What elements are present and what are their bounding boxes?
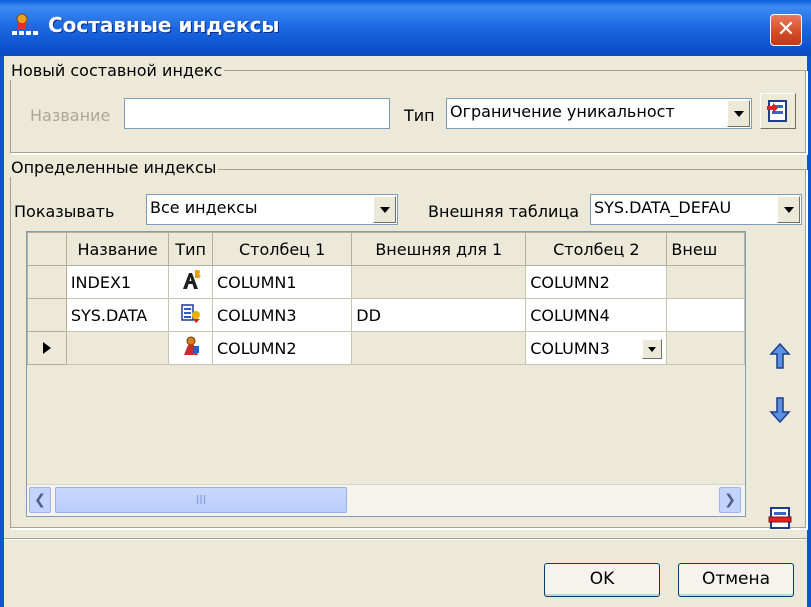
cell-column2-editor[interactable]: COLUMN3 (525, 331, 668, 365)
cell-external1[interactable]: DD (351, 298, 527, 332)
indexes-table: Название Тип Столбец 1 Внешняя для 1 Сто… (27, 232, 745, 365)
cell-external2[interactable] (666, 298, 745, 332)
show-label: Показывать (14, 202, 115, 221)
chevron-down-icon[interactable] (727, 100, 750, 127)
show-select[interactable]: Все индексы (146, 194, 398, 225)
cell-name[interactable] (65, 331, 170, 365)
cell-column1[interactable]: COLUMN1 (211, 265, 353, 299)
row-header-corner (27, 232, 67, 266)
chevron-down-icon[interactable] (777, 196, 800, 223)
scroll-thumb[interactable]: III (55, 487, 347, 513)
horizontal-scrollbar[interactable]: ❮ III ❯ (27, 484, 745, 516)
table-row-current[interactable]: COLUMN2 COLUMN3 (27, 331, 745, 365)
cell-column2[interactable]: COLUMN2 (525, 265, 668, 299)
move-down-button[interactable] (762, 392, 798, 428)
current-row-indicator[interactable] (27, 331, 67, 365)
ok-button[interactable]: OK (544, 563, 660, 597)
cell-column2-value: COLUMN3 (530, 339, 610, 358)
move-up-icon (769, 342, 791, 369)
column-header-type[interactable]: Тип (168, 232, 213, 266)
external-table-select-value: SYS.DATA_DEFAU (594, 198, 732, 217)
foreign-key-icon (180, 304, 200, 323)
scroll-left-button[interactable]: ❮ (29, 487, 51, 513)
chevron-down-icon[interactable] (373, 196, 396, 223)
window-title: Составные индексы (48, 13, 280, 37)
window-frame-right (807, 56, 811, 607)
cancel-button[interactable]: Отмена (678, 563, 794, 597)
unique-constraint-icon (182, 270, 201, 289)
cell-external2[interactable] (666, 265, 745, 299)
column-header-column1[interactable]: Столбец 1 (211, 232, 353, 266)
delete-index-icon (768, 507, 792, 529)
column-header-external2[interactable]: Внеш (666, 232, 745, 266)
add-index-icon (767, 100, 787, 122)
current-row-arrow-icon (42, 341, 51, 354)
title-bar[interactable]: Составные индексы ✕ (0, 0, 811, 56)
scroll-right-button[interactable]: ❯ (719, 487, 741, 513)
row-selector[interactable] (27, 265, 67, 299)
cell-external1[interactable] (351, 265, 527, 299)
cell-name[interactable]: INDEX1 (65, 265, 170, 299)
cell-external2[interactable] (666, 331, 745, 365)
index-icon (183, 336, 199, 355)
defined-indexes-group-label: Определенные индексы (9, 158, 219, 177)
chevron-down-icon[interactable] (642, 339, 663, 359)
cell-name[interactable]: SYS.DATA (65, 298, 170, 332)
row-selector[interactable] (27, 298, 67, 332)
cell-type[interactable] (168, 331, 213, 365)
close-button[interactable]: ✕ (770, 14, 802, 46)
type-label: Тип (404, 106, 435, 125)
button-separator (4, 538, 807, 540)
external-table-label: Внешняя таблица (428, 202, 580, 221)
move-up-button[interactable] (762, 338, 798, 374)
type-select[interactable]: Ограничение уникальност (446, 98, 752, 129)
cell-column2[interactable]: COLUMN4 (525, 298, 668, 332)
indexes-grid[interactable]: Название Тип Столбец 1 Внешняя для 1 Сто… (26, 231, 746, 517)
composite-index-app-icon (12, 13, 38, 35)
table-row[interactable]: INDEX1 COLUMN1 COLUMN2 (27, 265, 745, 299)
name-label: Название (30, 106, 111, 125)
external-table-select[interactable]: SYS.DATA_DEFAU (590, 194, 802, 225)
table-header-row: Название Тип Столбец 1 Внешняя для 1 Сто… (27, 232, 745, 266)
type-select-value: Ограничение уникальност (450, 102, 675, 121)
show-select-value: Все индексы (150, 198, 258, 217)
column-header-external1[interactable]: Внешняя для 1 (351, 232, 527, 266)
new-index-group-label: Новый составной индекс (9, 61, 225, 80)
table-row[interactable]: SYS.DATA COLUMN3 DD COLUMN4 (27, 298, 745, 332)
column-header-column2[interactable]: Столбец 2 (525, 232, 668, 266)
column-header-name[interactable]: Название (65, 232, 170, 266)
window-frame-left (0, 56, 4, 607)
cell-type[interactable] (168, 298, 213, 332)
cell-column1[interactable]: COLUMN3 (211, 298, 353, 332)
name-input[interactable] (124, 98, 390, 129)
cell-column1[interactable]: COLUMN2 (211, 331, 353, 365)
delete-index-button[interactable] (762, 500, 798, 536)
add-index-button[interactable] (760, 93, 796, 129)
move-down-icon (769, 397, 791, 424)
cell-external1[interactable] (351, 331, 527, 365)
cell-type[interactable] (168, 265, 213, 299)
